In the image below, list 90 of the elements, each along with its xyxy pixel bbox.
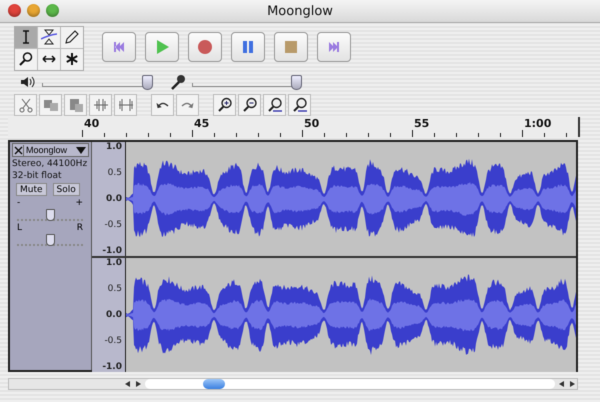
gain-slider[interactable] — [17, 209, 83, 221]
time-label: 55 — [414, 117, 430, 130]
slider-thumb[interactable] — [142, 75, 153, 90]
waveform-drawing[interactable] — [126, 258, 576, 372]
time-label: 50 — [304, 117, 320, 130]
scale-label: -1.0 — [102, 246, 122, 256]
pencil-icon — [64, 29, 80, 45]
silence-icon — [118, 97, 134, 113]
scroll-arrows-icon[interactable] — [123, 379, 143, 389]
pan-max-label: R — [76, 223, 83, 234]
horizontal-scrollbar[interactable] — [8, 378, 578, 390]
zoom-out-icon — [242, 97, 258, 113]
fit-button[interactable] — [263, 94, 286, 116]
record-icon — [197, 39, 213, 55]
skip-to-end-button[interactable] — [317, 32, 351, 62]
pan-slider[interactable] — [17, 234, 83, 246]
timeline-ruler[interactable]: 40 45 50 55 1:00 — [8, 117, 580, 137]
slider-thumb[interactable] — [46, 209, 55, 221]
scale-label: -0.5 — [104, 220, 122, 230]
copy-icon — [42, 97, 58, 113]
microphone-icon — [170, 74, 186, 90]
pause-icon — [240, 39, 256, 55]
gain-min-label: - — [17, 198, 20, 209]
cut-button[interactable] — [14, 94, 37, 116]
zoom-in-icon — [216, 97, 232, 113]
time-label: 40 — [84, 117, 100, 130]
track-toggle-button[interactable]: Solo — [52, 183, 80, 196]
scale-label: 0.5 — [108, 284, 122, 294]
asterisk-icon — [64, 51, 80, 67]
play-button[interactable] — [145, 32, 179, 62]
caret-icon[interactable] — [76, 146, 86, 154]
select-tool-button[interactable] — [15, 26, 37, 48]
time-label: 45 — [194, 117, 210, 130]
trim-button[interactable] — [89, 94, 112, 116]
redo-button[interactable] — [176, 94, 199, 116]
skip-to-start-button[interactable] — [102, 32, 136, 62]
scissors-icon — [18, 97, 34, 113]
fit-zoom-icon — [266, 97, 282, 113]
input-volume-slider[interactable] — [192, 74, 300, 90]
multi-tool-button[interactable] — [61, 48, 83, 70]
scale-label: -1.0 — [102, 362, 122, 372]
scroll-arrows-icon[interactable] — [557, 379, 577, 389]
shift-tool-button[interactable] — [38, 48, 60, 70]
scroll-thumb[interactable] — [203, 379, 225, 389]
close-button[interactable] — [8, 4, 21, 17]
trim-icon — [92, 97, 108, 113]
scale-label: 1.0 — [106, 142, 122, 152]
pan-min-label: L — [17, 223, 22, 234]
magnifier-icon — [18, 51, 34, 67]
track-sample-format: 32-bit float — [12, 171, 63, 181]
zoom-button[interactable] — [46, 4, 59, 17]
scale-label: 1.0 — [106, 258, 122, 268]
close-icon — [14, 146, 22, 154]
play-icon — [154, 39, 170, 55]
silence-button[interactable] — [114, 94, 137, 116]
output-volume-slider[interactable] — [42, 74, 150, 90]
redo-icon — [181, 101, 194, 109]
slider-thumb[interactable] — [46, 234, 55, 246]
record-button[interactable] — [188, 32, 222, 62]
draw-tool-button[interactable] — [61, 26, 83, 48]
scale-label: 0.0 — [106, 310, 122, 320]
track-toggle-button[interactable]: Mute — [16, 183, 47, 196]
envelope-tool-button[interactable] — [38, 26, 60, 48]
stop-icon — [283, 39, 299, 55]
zoom-selection-icon — [292, 97, 308, 113]
minimize-button[interactable] — [27, 4, 40, 17]
track-format: Stereo, 44100Hz — [12, 159, 88, 169]
undo-icon — [156, 101, 169, 109]
waveform-drawing[interactable] — [126, 142, 576, 256]
scale-label: -0.5 — [104, 336, 122, 346]
speaker-icon — [20, 74, 36, 90]
skip-back-icon — [111, 39, 127, 55]
stop-button[interactable] — [274, 32, 308, 62]
skip-forward-icon — [326, 39, 342, 55]
zoomin-button[interactable] — [213, 94, 236, 116]
gain-max-label: + — [75, 198, 83, 209]
zoomout-button[interactable] — [238, 94, 261, 116]
slider-thumb[interactable] — [290, 75, 302, 90]
scale-label: 0.5 — [108, 168, 122, 178]
copy-button[interactable] — [39, 94, 62, 116]
undo-button[interactable] — [151, 94, 174, 116]
zoom-tool-button[interactable] — [15, 48, 37, 70]
paste-button[interactable] — [64, 94, 87, 116]
window-title: Moonglow — [267, 4, 333, 18]
pause-button[interactable] — [231, 32, 265, 62]
time-label: 1:00 — [524, 117, 552, 130]
envelope-icon — [41, 29, 57, 45]
scale-label: 0.0 — [106, 194, 122, 204]
paste-icon — [68, 97, 84, 113]
zoomsel-button[interactable] — [288, 94, 311, 116]
